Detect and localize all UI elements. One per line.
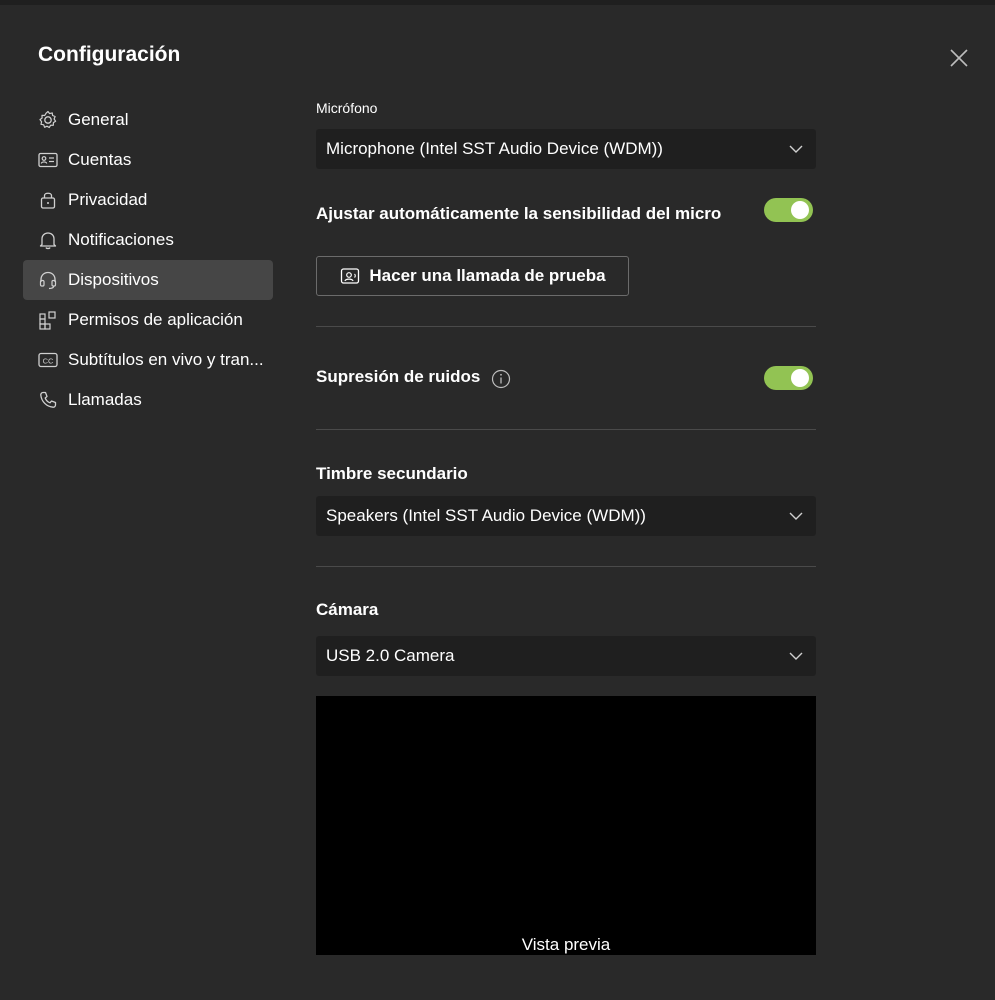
headset-icon [37,269,59,291]
test-call-icon [341,268,360,284]
divider [316,326,816,327]
microphone-label: Micrófono [316,100,378,116]
toggle-knob [791,369,809,387]
nav-item-label: Llamadas [68,390,142,409]
phone-icon [37,389,59,411]
auto-sensitivity-label: Ajustar automáticamente la sensibilidad … [316,204,722,223]
nav-item-notificaciones[interactable]: Notificaciones [23,220,273,260]
gear-icon [37,109,59,131]
nav-item-general[interactable]: General [23,100,273,140]
divider [316,429,816,430]
nav-item-label: Dispositivos [68,270,159,289]
chevron-down-icon [789,652,803,660]
camera-preview: Vista previa [316,696,816,955]
nav-item-permisos[interactable]: Permisos de aplicación [23,300,273,340]
noise-suppression-label: Supresión de ruidos [316,367,481,386]
nav-item-cuentas[interactable]: Cuentas [23,140,273,180]
nav-item-label: Permisos de aplicación [68,310,243,329]
auto-sensitivity-toggle[interactable] [764,198,813,222]
nav-item-label: Privacidad [68,190,148,209]
settings-dialog: Configuración General Cuentas Privacidad… [0,5,995,1000]
microphone-select[interactable]: Microphone (Intel SST Audio Device (WDM)… [316,129,816,169]
close-button[interactable] [946,45,972,71]
chevron-down-icon [789,145,803,153]
close-icon [950,49,968,67]
test-call-button[interactable]: Hacer una llamada de prueba [316,256,629,296]
nav-item-label: Notificaciones [68,230,174,249]
secondary-ringer-select[interactable]: Speakers (Intel SST Audio Device (WDM)) [316,496,816,536]
camera-select[interactable]: USB 2.0 Camera [316,636,816,676]
nav-item-privacidad[interactable]: Privacidad [23,180,273,220]
camera-label: Cámara [316,600,379,619]
preview-label: Vista previa [521,935,611,954]
bell-icon [37,229,59,251]
closed-caption-icon: CC [37,349,59,371]
svg-text:CC: CC [43,357,54,366]
camera-select-value: USB 2.0 Camera [326,646,455,665]
nav-item-label: Cuentas [68,150,132,169]
lock-icon [37,189,59,211]
nav-item-label: General [68,110,129,129]
secondary-ringer-label: Timbre secundario [316,464,468,483]
divider [316,566,816,567]
nav-item-label: Subtítulos en vivo y tran... [68,350,264,369]
settings-nav: General Cuentas Privacidad Notificacione… [23,100,273,420]
secondary-ringer-select-value: Speakers (Intel SST Audio Device (WDM)) [326,506,646,525]
nav-item-subtitulos[interactable]: CC Subtítulos en vivo y tran... [23,340,273,380]
apps-icon [37,309,59,331]
nav-item-llamadas[interactable]: Llamadas [23,380,273,420]
nav-item-dispositivos[interactable]: Dispositivos [23,260,273,300]
test-call-button-label: Hacer una llamada de prueba [369,266,606,285]
id-card-icon [37,149,59,171]
noise-suppression-toggle[interactable] [764,366,813,390]
dialog-title: Configuración [38,43,181,66]
toggle-knob [791,201,809,219]
info-icon[interactable] [491,369,511,389]
microphone-select-value: Microphone (Intel SST Audio Device (WDM)… [326,139,663,158]
chevron-down-icon [789,512,803,520]
